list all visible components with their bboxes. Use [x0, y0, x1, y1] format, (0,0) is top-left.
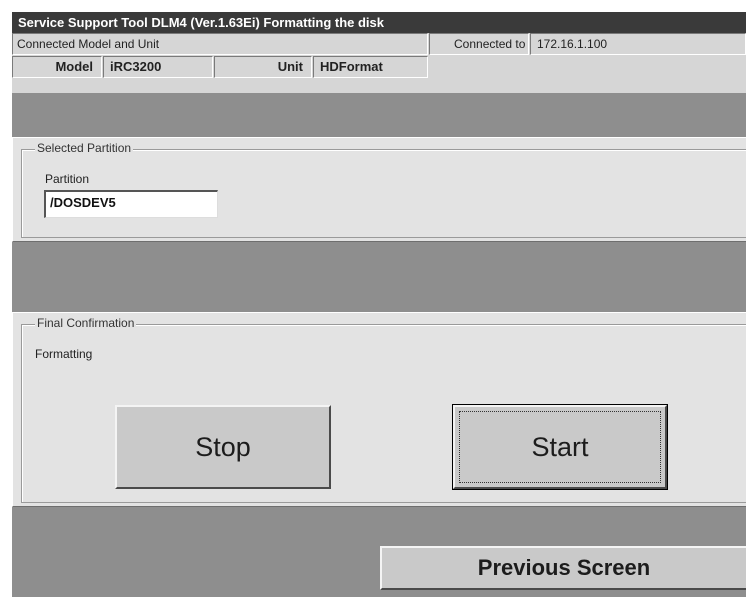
formatting-status-text: Formatting: [35, 347, 93, 361]
previous-screen-button[interactable]: Previous Screen: [380, 546, 746, 590]
selected-partition-panel: Selected Partition Partition /DOSDEV5: [12, 137, 746, 242]
final-confirmation-title: Final Confirmation: [35, 316, 137, 330]
model-label: Model: [12, 56, 102, 78]
app-window: Service Support Tool DLM4 (Ver.1.63Ei) F…: [12, 12, 746, 597]
connected-model-unit-label: Connected Model and Unit: [12, 33, 428, 55]
connected-to-label: Connected to: [429, 33, 529, 55]
start-button-label: Start: [531, 431, 589, 462]
selected-partition-title: Selected Partition: [35, 141, 134, 155]
final-confirmation-panel: Final Confirmation Formatting Stop Start: [12, 312, 746, 507]
connected-to-value: 172.16.1.100: [530, 33, 746, 55]
stop-button[interactable]: Stop: [115, 405, 331, 489]
partition-field[interactable]: /DOSDEV5: [44, 190, 218, 218]
unit-value: HDFormat: [313, 56, 428, 78]
window-title: Service Support Tool DLM4 (Ver.1.63Ei) F…: [12, 12, 746, 33]
partition-label: Partition: [45, 172, 90, 186]
model-value: iRC3200: [103, 56, 213, 78]
start-button[interactable]: Start: [452, 404, 668, 490]
connection-info-bar: Connected Model and Unit Connected to 17…: [12, 33, 746, 93]
unit-label: Unit: [214, 56, 312, 78]
previous-screen-label: Previous Screen: [477, 555, 651, 580]
stop-button-label: Stop: [195, 431, 251, 462]
